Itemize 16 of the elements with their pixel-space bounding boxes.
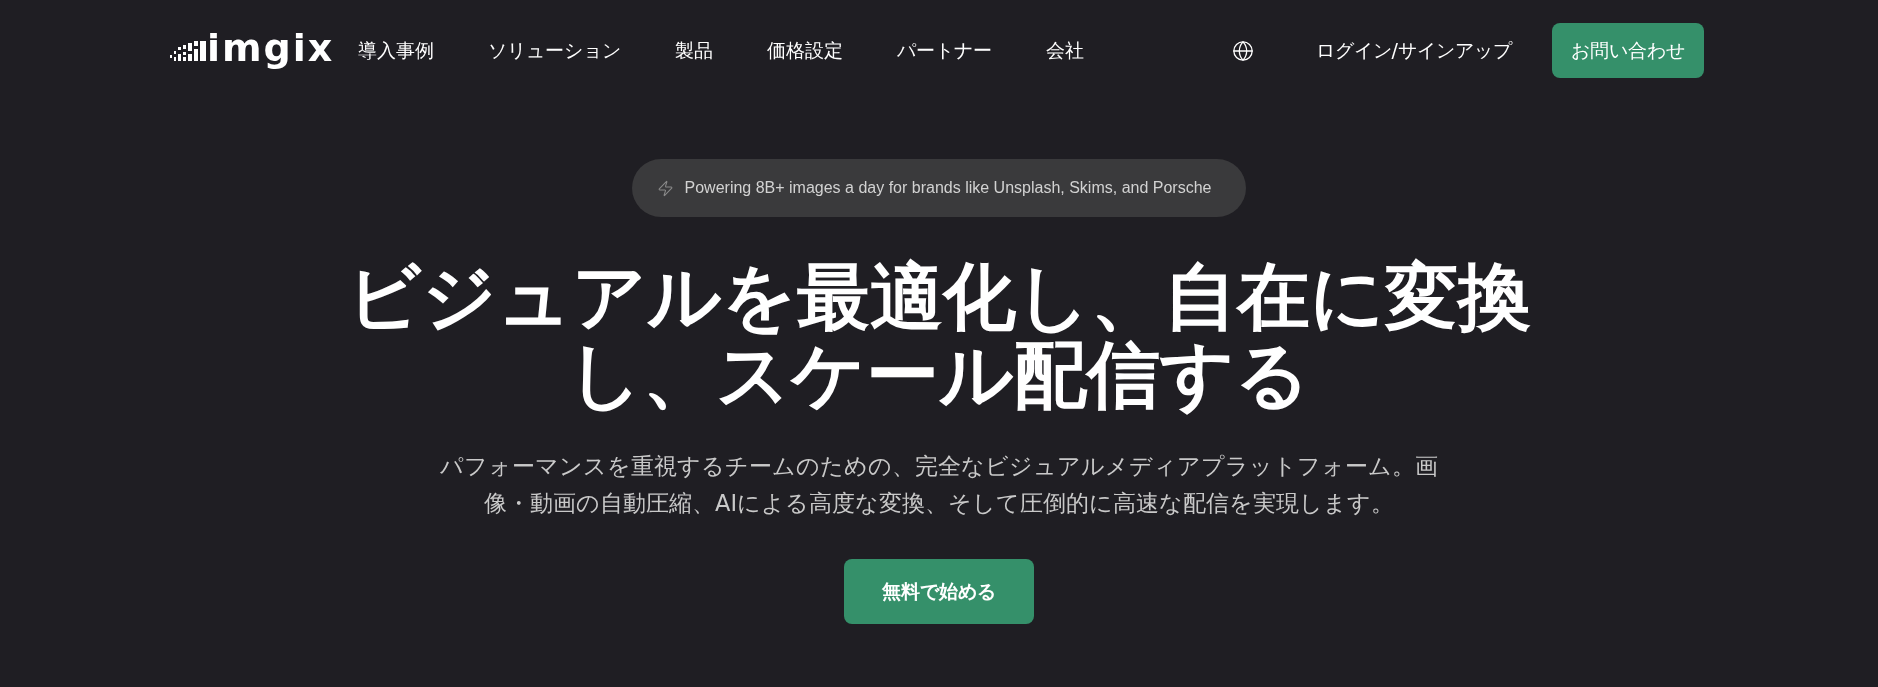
logo-wordmark[interactable]: imgix — [207, 28, 335, 67]
logo-mark-icon[interactable] — [170, 40, 206, 61]
nav-link[interactable]: パートナー — [897, 37, 993, 64]
lightning-icon — [656, 179, 674, 197]
hero-headline: ビジュアルを最適化し、自在に変換し、スケール配信する — [346, 258, 1532, 414]
nav-link[interactable]: 製品 — [675, 37, 714, 64]
globe-icon[interactable] — [1231, 39, 1254, 62]
nav-link[interactable]: ソリューション — [488, 37, 622, 64]
badge-text: Powering 8B+ images a day for brands like Unsplash, Skims, and Porsche — [684, 179, 1212, 197]
nav-link[interactable]: 導入事例 — [358, 37, 435, 64]
nav-link[interactable]: 会社 — [1046, 37, 1085, 64]
start-free-button[interactable]: 無料で始める — [844, 559, 1034, 624]
hero-subtitle: パフォーマンスを重視するチームのための、完全なビジュアルメディアプラットフォーム。画像・動画の自動圧縮、AIによる高度な変換、そして圧倒的に高速な配信を実現します。 — [439, 452, 1439, 518]
nav-link[interactable]: 価格設定 — [767, 37, 844, 64]
login-link[interactable]: ログイン/サインアップ — [1315, 37, 1512, 64]
contact-button[interactable]: お問い合わせ — [1552, 23, 1704, 78]
